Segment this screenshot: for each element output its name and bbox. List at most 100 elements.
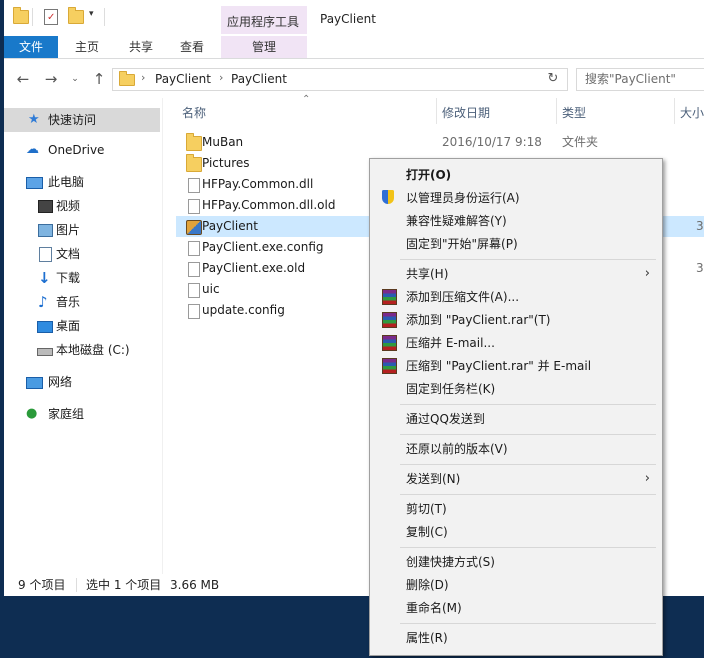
column-headers: ⌃ 名称 修改日期 类型 大小 (164, 94, 704, 124)
file-date: 2016/10/17 9:18 (442, 135, 542, 149)
menu-item-cut[interactable]: 剪切(T) (372, 498, 660, 520)
column-name[interactable]: 名称 (182, 104, 206, 121)
nav-item-quick-access[interactable]: ★ 快速访问 (4, 108, 160, 132)
menu-item-share[interactable]: 共享(H) › (372, 263, 660, 285)
file-size: 3 (696, 261, 704, 275)
chevron-down-icon[interactable]: ▾ (89, 9, 94, 19)
up-arrow-icon[interactable]: ↑ (90, 70, 108, 88)
chevron-right-icon[interactable]: › (219, 71, 223, 84)
column-size[interactable]: 大小 (680, 104, 704, 121)
new-folder-icon[interactable] (68, 7, 84, 24)
file-row[interactable]: MuBan 2016/10/17 9:18 文件夹 (176, 132, 704, 153)
nav-item-pictures[interactable]: 图片 (4, 218, 160, 242)
menu-item-open[interactable]: 打开(O) (372, 164, 660, 186)
winrar-icon (382, 312, 397, 328)
nav-item-homegroup[interactable]: ● 家庭组 (4, 402, 160, 426)
menu-item-add-to-rar[interactable]: 添加到 "PayClient.rar"(T) (372, 309, 660, 331)
column-separator[interactable] (556, 98, 557, 124)
nav-item-label: 此电脑 (48, 175, 85, 189)
address-bar[interactable]: › PayClient › PayClient ⌄ ↻ (112, 68, 631, 91)
tab-manage[interactable]: 管理 (221, 36, 307, 59)
nav-item-label: 家庭组 (48, 407, 85, 421)
menu-item-label: 添加到 "PayClient.rar"(T) (406, 313, 551, 327)
file-icon (188, 241, 200, 256)
status-item-count: 9 个项目 (18, 578, 66, 592)
picture-icon (38, 224, 53, 237)
divider (76, 578, 77, 592)
menu-separator (400, 434, 656, 435)
menu-item-label: 共享(H) (406, 267, 449, 281)
nav-item-documents[interactable]: 文档 (4, 242, 160, 266)
breadcrumb-item[interactable]: PayClient (231, 72, 287, 86)
title-bar: ✓ ▾ 应用程序工具 PayClient (4, 0, 704, 36)
nav-item-label: OneDrive (48, 143, 105, 157)
file-name: uic (202, 282, 220, 296)
search-input[interactable] (577, 69, 704, 88)
document-icon (39, 247, 52, 262)
file-name: MuBan (202, 135, 244, 149)
chevron-right-icon: › (644, 471, 650, 486)
menu-item-compress-email[interactable]: 压缩并 E-mail... (372, 332, 660, 354)
menu-item-compress-rar-email[interactable]: 压缩到 "PayClient.rar" 并 E-mail (372, 355, 660, 377)
tab-view[interactable]: 查看 (167, 36, 217, 58)
nav-item-label: 桌面 (56, 319, 81, 333)
menu-separator (400, 547, 656, 548)
properties-icon[interactable]: ✓ (44, 9, 58, 25)
window-title: PayClient (320, 12, 376, 26)
chevron-down-icon[interactable]: ⌄ (66, 70, 84, 88)
menu-item-send-to[interactable]: 发送到(N) › (372, 468, 660, 490)
nav-item-network[interactable]: 网络 (4, 370, 160, 394)
video-icon (38, 200, 53, 213)
back-arrow-icon[interactable]: ← (14, 70, 32, 88)
tab-home[interactable]: 主页 (62, 36, 112, 58)
nav-item-this-pc[interactable]: 此电脑 (4, 170, 160, 194)
nav-item-label: 网络 (48, 375, 73, 389)
column-type[interactable]: 类型 (562, 104, 586, 121)
menu-separator (400, 404, 656, 405)
menu-item-restore-versions[interactable]: 还原以前的版本(V) (372, 438, 660, 460)
nav-item-videos[interactable]: 视频 (4, 194, 160, 218)
column-date[interactable]: 修改日期 (442, 104, 490, 121)
menu-item-add-to-archive[interactable]: 添加到压缩文件(A)... (372, 286, 660, 308)
breadcrumb-item[interactable]: PayClient (155, 72, 211, 86)
menu-separator (400, 623, 656, 624)
download-icon: ↓ (38, 269, 51, 287)
menu-item-properties[interactable]: 属性(R) (372, 627, 660, 649)
menu-item-delete[interactable]: 删除(D) (372, 574, 660, 596)
menu-item-rename[interactable]: 重命名(M) (372, 597, 660, 619)
menu-item-run-as-admin[interactable]: 以管理员身份运行(A) (372, 187, 660, 209)
ribbon-divider (4, 58, 704, 59)
shield-icon (382, 190, 394, 204)
homegroup-icon: ● (26, 406, 38, 421)
menu-item-label: 剪切(T) (406, 502, 447, 516)
nav-item-onedrive[interactable]: ☁ OneDrive (4, 138, 160, 162)
refresh-icon[interactable]: ↻ (545, 70, 561, 88)
column-separator[interactable] (436, 98, 437, 124)
forward-arrow-icon[interactable]: → (42, 70, 60, 88)
nav-item-music[interactable]: ♪ 音乐 (4, 290, 160, 314)
nav-item-desktop[interactable]: 桌面 (4, 314, 160, 338)
menu-item-label: 压缩到 "PayClient.rar" 并 E-mail (406, 359, 592, 373)
menu-item-pin-to-start[interactable]: 固定到"开始"屏幕(P) (372, 233, 660, 255)
search-box[interactable] (576, 68, 704, 91)
nav-item-label: 图片 (56, 223, 81, 237)
menu-item-label: 添加到压缩文件(A)... (406, 290, 520, 304)
menu-item-pin-to-taskbar[interactable]: 固定到任务栏(K) (372, 378, 660, 400)
nav-item-downloads[interactable]: ↓ 下载 (4, 266, 160, 290)
column-separator[interactable] (674, 98, 675, 124)
menu-item-label: 创建快捷方式(S) (406, 555, 495, 569)
winrar-icon (382, 335, 397, 351)
menu-item-create-shortcut[interactable]: 创建快捷方式(S) (372, 551, 660, 573)
chevron-right-icon: › (141, 71, 146, 84)
tab-file[interactable]: 文件 (4, 36, 58, 58)
menu-item-send-via-qq[interactable]: 通过QQ发送到 (372, 408, 660, 430)
chevron-right-icon: › (644, 266, 650, 281)
nav-item-local-disk[interactable]: 本地磁盘 (C:) (4, 338, 160, 362)
menu-item-label: 通过QQ发送到 (406, 412, 485, 426)
menu-item-copy[interactable]: 复制(C) (372, 521, 660, 543)
folder-icon[interactable] (13, 7, 29, 24)
menu-item-label: 发送到(N) (406, 472, 461, 486)
nav-item-label: 下载 (56, 271, 81, 285)
tab-share[interactable]: 共享 (116, 36, 166, 58)
menu-item-compatibility[interactable]: 兼容性疑难解答(Y) (372, 210, 660, 232)
